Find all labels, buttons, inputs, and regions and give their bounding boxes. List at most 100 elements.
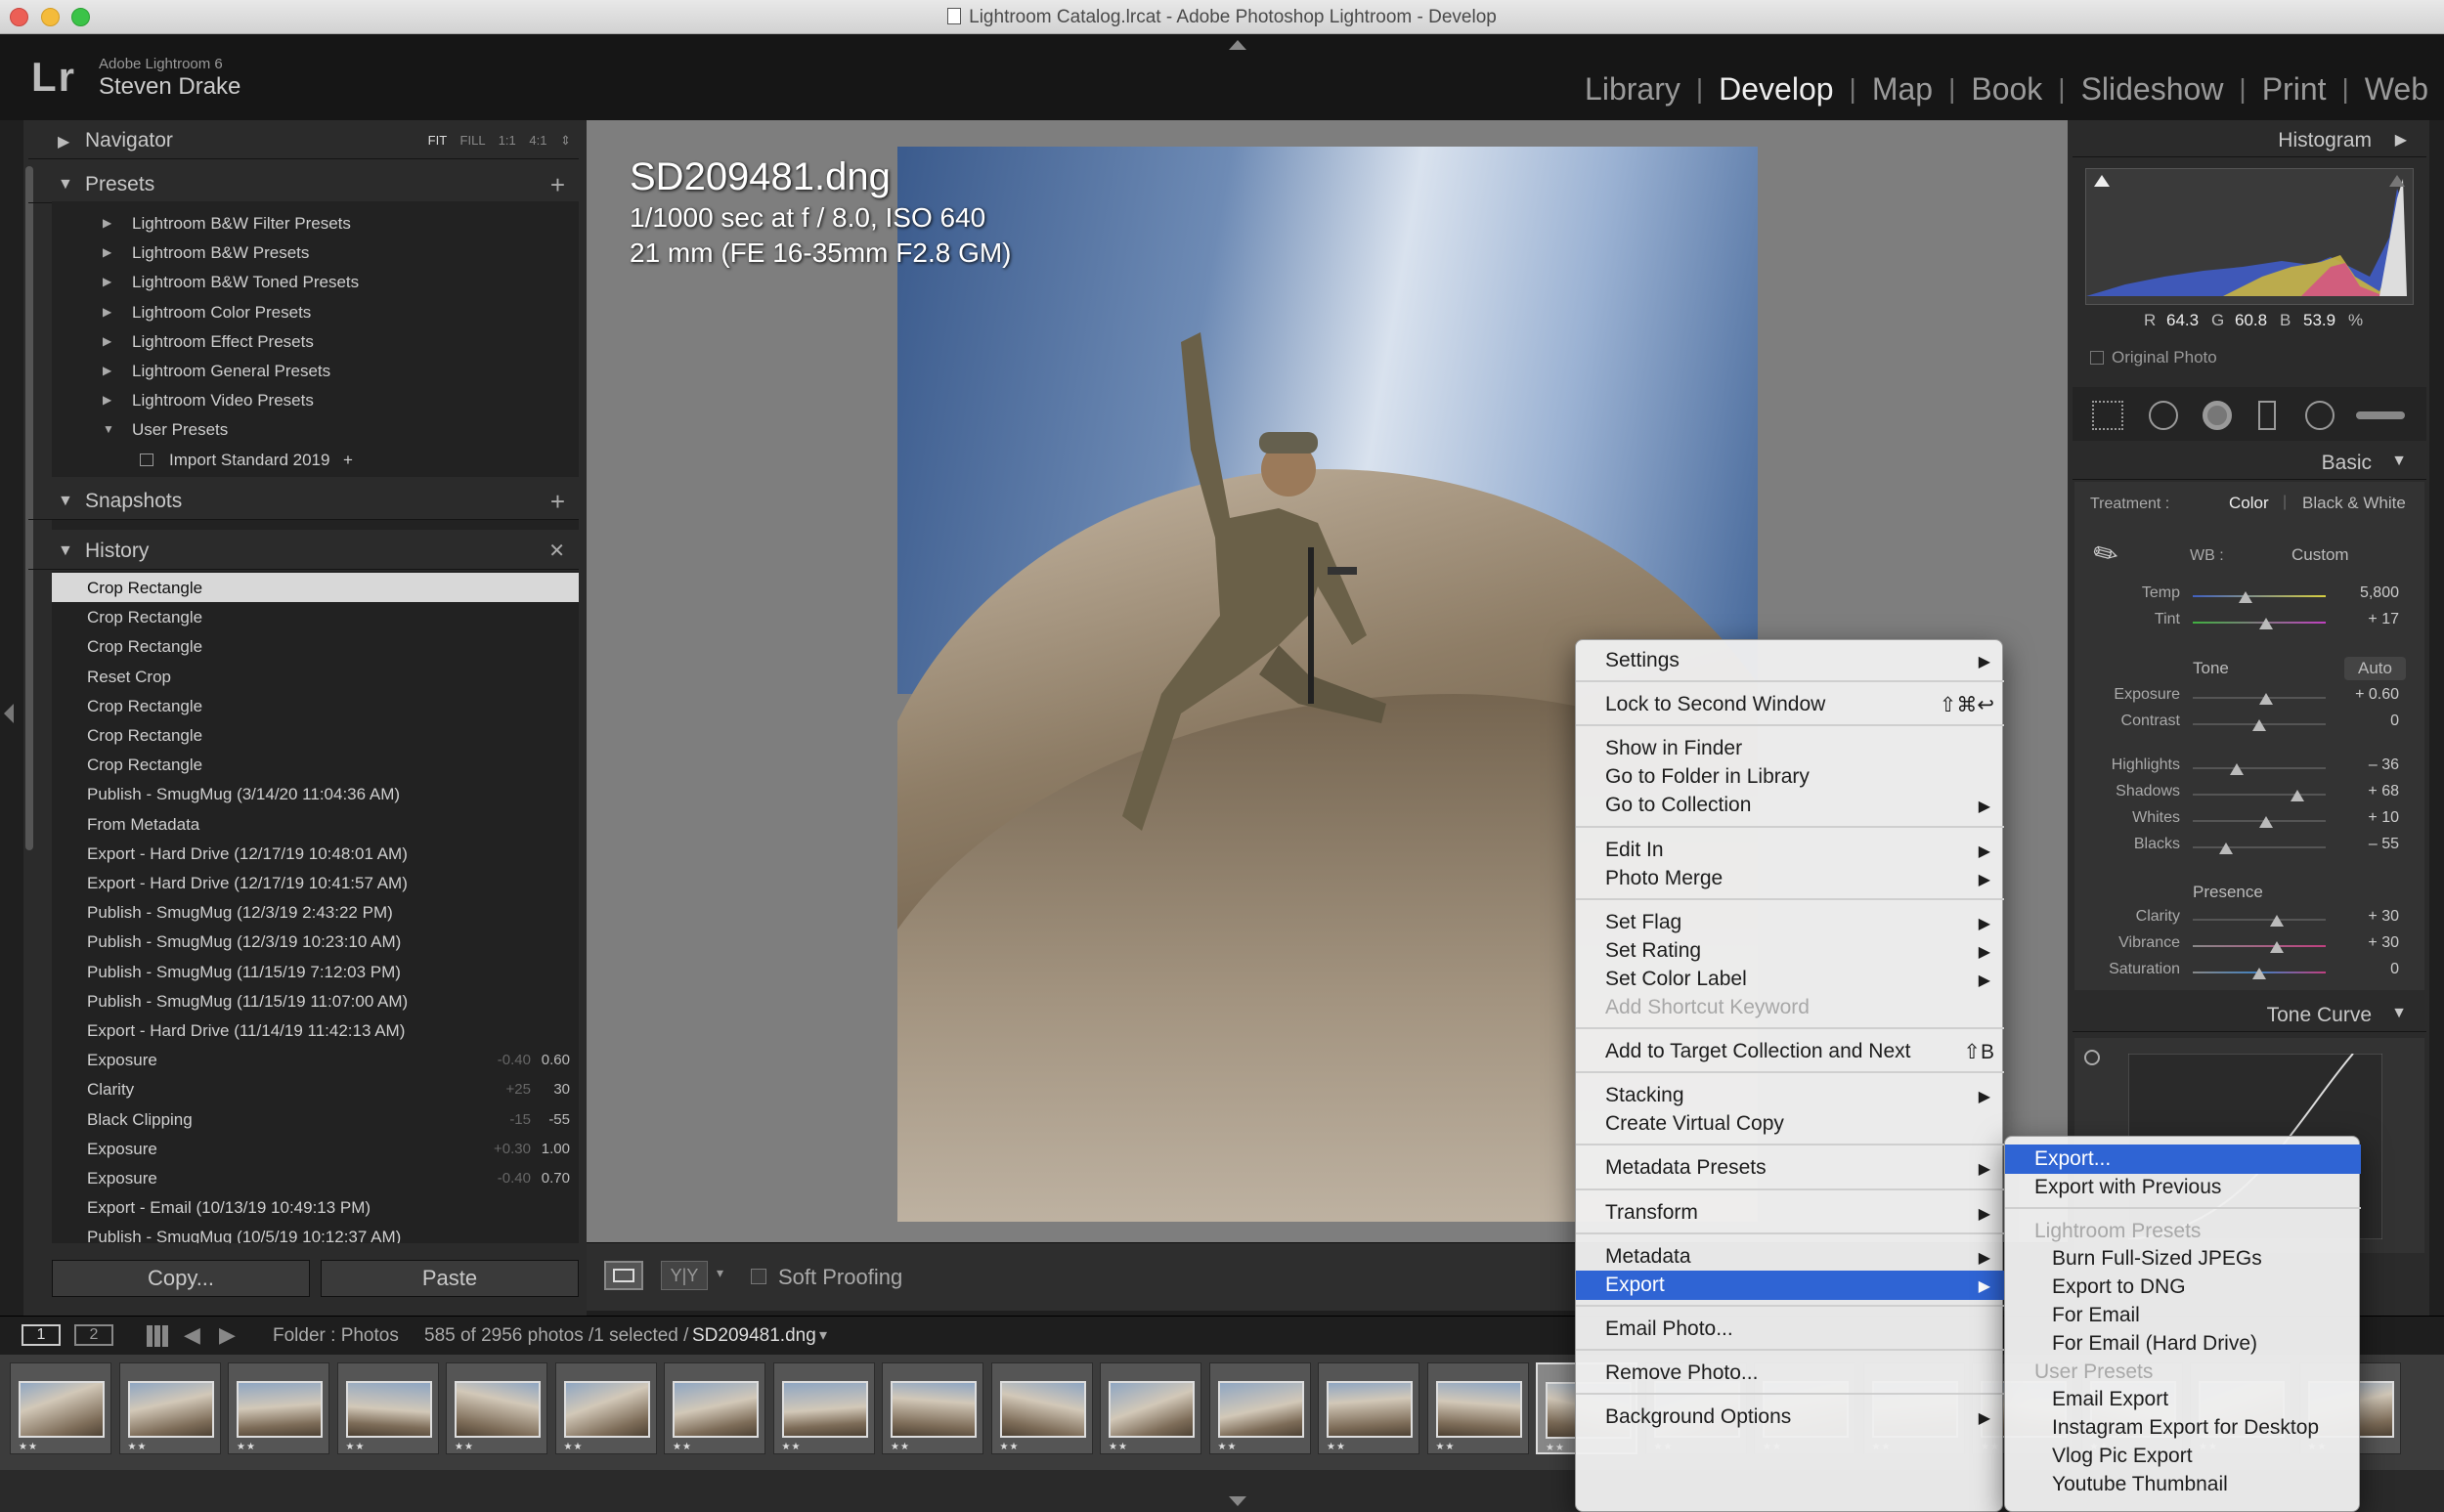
filmstrip-thumbnail[interactable]: ★★ — [664, 1362, 765, 1454]
zoom-option-fit[interactable]: FIT — [428, 133, 447, 148]
history-step[interactable]: Crop Rectangle — [52, 691, 579, 720]
adjustment-brush-icon[interactable] — [2356, 411, 2405, 419]
slider-track-shadows[interactable] — [2193, 794, 2326, 796]
filmstrip-thumbnail[interactable]: ★★ — [990, 1362, 1093, 1454]
history-step[interactable]: From Metadata — [52, 809, 579, 839]
menu-item-create-virtual-copy[interactable]: Create Virtual Copy — [1576, 1109, 2004, 1139]
menu-item-for-email-hard-drive[interactable]: For Email (Hard Drive) — [2005, 1329, 2361, 1359]
menu-item-vlog-pic-export[interactable]: Vlog Pic Export — [2005, 1442, 2361, 1471]
back-arrow-icon[interactable]: ◀ — [184, 1322, 200, 1348]
preset-item[interactable]: Import Standard 2019 + — [52, 446, 579, 475]
menu-item-email-photo[interactable]: Email Photo... — [1576, 1315, 2004, 1344]
zoom-option-1-1[interactable]: 1:1 — [499, 133, 516, 148]
treatment-bw-option[interactable]: Black & White — [2302, 494, 2406, 513]
history-step[interactable]: Clarity +25 30 — [52, 1074, 579, 1103]
add-snapshot-icon[interactable]: + — [550, 487, 565, 517]
preset-folder[interactable]: ▶ Lightroom B&W Filter Presets — [52, 209, 579, 238]
history-step[interactable]: Publish - SmugMug (10/5/19 10:12:37 AM) — [52, 1222, 579, 1243]
preset-folder[interactable]: ▶ Lightroom Color Presets — [52, 298, 579, 327]
slider-knob-whites[interactable] — [2258, 816, 2273, 828]
history-step[interactable]: Export - Hard Drive (12/17/19 10:41:57 A… — [52, 868, 579, 897]
slider-track-vibrance[interactable] — [2193, 945, 2326, 947]
history-header[interactable]: ▼ History ✕ — [28, 533, 579, 570]
menu-item-set-rating[interactable]: Set Rating ▶ — [1576, 936, 2004, 966]
slider-track-clarity[interactable] — [2193, 919, 2326, 921]
slider-value-shadows[interactable]: + 68 — [2336, 783, 2399, 800]
filmstrip-thumbnail[interactable]: ★★ — [554, 1362, 657, 1454]
slider-value-vibrance[interactable]: + 30 — [2336, 934, 2399, 952]
shadow-clipping-icon[interactable] — [2094, 175, 2110, 187]
copy-button[interactable]: Copy... — [52, 1260, 310, 1297]
menu-item-email-export[interactable]: Email Export — [2005, 1385, 2361, 1414]
filmstrip-thumbnail[interactable]: ★★ — [1426, 1362, 1529, 1454]
histogram-header[interactable]: Histogram ▶ — [2073, 122, 2426, 157]
red-eye-tool-icon[interactable] — [2203, 401, 2232, 430]
module-tab-slideshow[interactable]: Slideshow — [2066, 71, 2240, 108]
filmstrip-thumbnail[interactable]: ★★ — [118, 1362, 221, 1454]
filmstrip-thumbnail[interactable]: ★★ — [1208, 1362, 1311, 1454]
soft-proofing-checkbox[interactable] — [751, 1269, 766, 1284]
navigator-header[interactable]: ▶ Navigator FIT FILL 1:1 4:1 ⇕ — [28, 122, 579, 159]
menu-item-go-to-collection[interactable]: Go to Collection ▶ — [1576, 791, 2004, 820]
menu-item-instagram-export-for-desktop[interactable]: Instagram Export for Desktop — [2005, 1413, 2361, 1443]
menu-item-add-to-target-collection-and-next[interactable]: Add to Target Collection and Next ⇧B — [1576, 1037, 2004, 1066]
history-step[interactable]: Black Clipping -15 -55 — [52, 1104, 579, 1134]
auto-tone-button[interactable]: Auto — [2344, 657, 2406, 680]
preset-folder[interactable]: ▶ Lightroom Effect Presets — [52, 327, 579, 357]
before-after-view-icon[interactable]: Y|Y — [661, 1261, 708, 1290]
history-step[interactable]: Reset Crop — [52, 662, 579, 691]
menu-item-settings[interactable]: Settings ▶ — [1576, 646, 2004, 675]
filmstrip-thumbnail[interactable]: ★★ — [228, 1362, 329, 1454]
graduated-filter-icon[interactable] — [2258, 401, 2276, 430]
menu-item-edit-in[interactable]: Edit In ▶ — [1576, 836, 2004, 865]
basic-header[interactable]: Basic ▼ — [2073, 445, 2426, 480]
collapse-top-panel-icon[interactable] — [1229, 40, 1246, 50]
filmstrip-thumbnail[interactable]: ★★ — [772, 1362, 875, 1454]
targeted-adjustment-icon[interactable] — [2084, 1050, 2100, 1065]
slider-value-tint[interactable]: + 17 — [2336, 611, 2399, 628]
menu-item-stacking[interactable]: Stacking ▶ — [1576, 1081, 2004, 1110]
preset-folder[interactable]: ▼ User Presets — [52, 415, 579, 445]
history-step[interactable]: Publish - SmugMug (12/3/19 10:23:10 AM) — [52, 927, 579, 956]
crop-tool-icon[interactable] — [2092, 401, 2123, 430]
radial-filter-icon[interactable] — [2305, 401, 2335, 430]
filmstrip-thumbnail[interactable]: ★★ — [10, 1362, 111, 1454]
module-tab-print[interactable]: Print — [2247, 71, 2342, 108]
filmstrip-thumbnail[interactable]: ★★ — [1318, 1362, 1419, 1454]
slider-track-blacks[interactable] — [2193, 846, 2326, 848]
original-photo-toggle[interactable]: Original Photo — [2090, 348, 2217, 367]
history-step[interactable]: Crop Rectangle — [52, 602, 579, 631]
spot-removal-tool-icon[interactable] — [2149, 401, 2178, 430]
slider-knob-contrast[interactable] — [2252, 719, 2266, 731]
menu-item-export-to-dng[interactable]: Export to DNG — [2005, 1273, 2361, 1302]
menu-item-metadata-presets[interactable]: Metadata Presets ▶ — [1576, 1153, 2004, 1183]
menu-item-export[interactable]: Export ▶ — [1576, 1270, 2004, 1300]
history-step[interactable]: Exposure -0.40 0.60 — [52, 1045, 579, 1074]
module-tab-library[interactable]: Library — [1569, 71, 1696, 108]
history-step[interactable]: Crop Rectangle — [52, 573, 579, 602]
module-tab-web[interactable]: Web — [2349, 71, 2444, 108]
chevron-down-icon[interactable]: ▾ — [717, 1265, 723, 1281]
preset-folder[interactable]: ▶ Lightroom General Presets — [52, 357, 579, 386]
menu-item-export[interactable]: Export... — [2005, 1145, 2361, 1174]
add-preset-icon[interactable]: + — [550, 170, 565, 200]
menu-item-lock-to-second-window[interactable]: Lock to Second Window ⇧⌘↩ — [1576, 690, 2004, 719]
menu-item-export-with-previous[interactable]: Export with Previous — [2005, 1173, 2361, 1202]
history-step[interactable]: Export - Hard Drive (12/17/19 10:48:01 A… — [52, 839, 579, 868]
history-step[interactable]: Publish - SmugMug (12/3/19 2:43:22 PM) — [52, 897, 579, 927]
chevron-updown-icon[interactable]: ⇕ — [560, 133, 571, 148]
slider-knob-exposure[interactable] — [2258, 693, 2273, 705]
original-photo-checkbox[interactable] — [2090, 351, 2104, 365]
slider-knob-vibrance[interactable] — [2269, 941, 2284, 953]
slider-knob-clarity[interactable] — [2269, 915, 2284, 927]
slider-knob-tint[interactable] — [2258, 618, 2273, 629]
slider-knob-saturation[interactable] — [2252, 968, 2266, 979]
filmstrip-thumbnail[interactable]: ★★ — [446, 1362, 547, 1454]
main-window-button[interactable]: 1 — [22, 1324, 61, 1346]
grid-view-icon[interactable] — [147, 1325, 168, 1347]
navigator-zoom-options[interactable]: FIT FILL 1:1 4:1 ⇕ — [428, 133, 571, 149]
history-step[interactable]: Crop Rectangle — [52, 720, 579, 750]
preset-folder[interactable]: ▶ Lightroom B&W Toned Presets — [52, 268, 579, 297]
slider-track-highlights[interactable] — [2193, 767, 2326, 769]
menu-item-for-email[interactable]: For Email — [2005, 1301, 2361, 1330]
